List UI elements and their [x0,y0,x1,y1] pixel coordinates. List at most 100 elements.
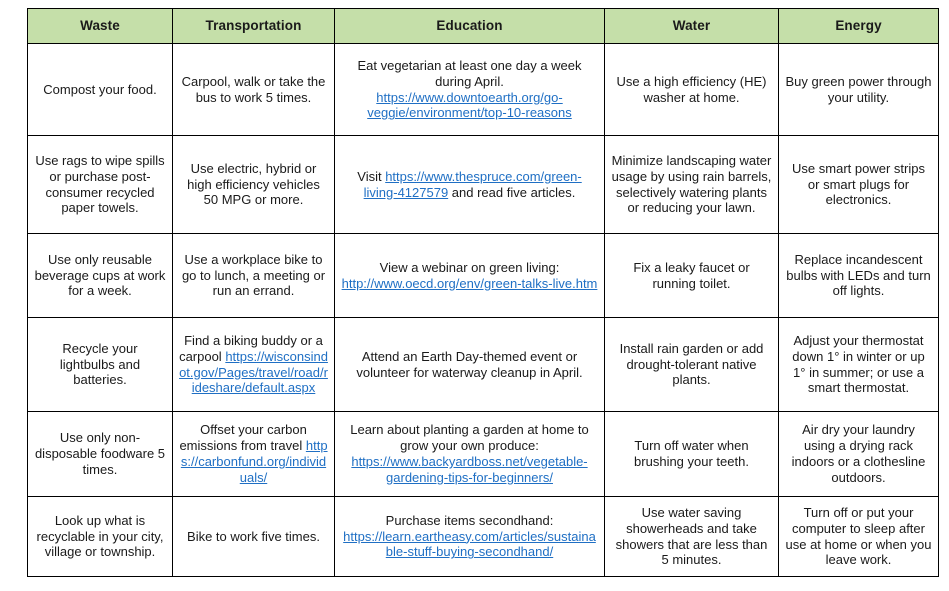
cell-waste: Use rags to wipe spills or purchase post… [27,135,173,234]
cell-transportation: Carpool, walk or take the bus to work 5 … [172,43,335,136]
cell-water: Turn off water when brushing your teeth. [604,411,779,497]
cell-label: Use only non-disposable foodware 5 times… [34,430,166,477]
cell-content: Turn off or put your computer to sleep a… [785,505,932,569]
cell-label: Learn about planting a garden at home to… [350,422,589,454]
column-header-energy: Energy [778,8,939,44]
cell-content: View a webinar on green living: http://w… [341,260,598,292]
cell-transportation: Find a biking buddy or a carpool https:/… [172,317,335,412]
cell-water: Use a high efficiency (HE) washer at hom… [604,43,779,136]
cell-content: Learn about planting a garden at home to… [341,422,598,486]
cell-content: Use a workplace bike to go to lunch, a m… [179,252,328,300]
cell-water: Install rain garden or add drought-toler… [604,317,779,412]
cell-label: Look up what is recyclable in your city,… [36,512,164,560]
cell-content: Use a high efficiency (HE) washer at hom… [611,74,772,106]
cell-label: Adjust your thermostat down 1° in winter… [792,332,925,396]
cell-content: Purchase items secondhand: https://learn… [341,513,598,561]
cell-energy: Adjust your thermostat down 1° in winter… [778,317,939,412]
earth-day-challenge-table: Waste Transportation Education Water Ene… [27,8,939,577]
cell-label: Replace incandescent bulbs with LEDs and… [786,251,931,299]
header-row: Waste Transportation Education Water Ene… [27,8,939,44]
cell-content: Minimize landscaping water usage by usin… [611,153,772,217]
cell-content: Recycle your lightbulbs and batteries. [34,341,166,389]
cell-transportation: Use electric, hybrid or high efficiency … [172,135,335,234]
cell-label: Use a high efficiency (HE) washer at hom… [616,73,767,105]
document-page: Waste Transportation Education Water Ene… [0,0,949,591]
cell-water: Fix a leaky faucet or running toilet. [604,233,779,318]
table-row: Use only reusable beverage cups at work … [27,233,939,318]
cell-label: Purchase items secondhand: [385,512,554,528]
cell-content: Use rags to wipe spills or purchase post… [34,153,166,217]
cell-education: Eat vegetarian at least one day a week d… [334,43,605,136]
cell-content: Find a biking buddy or a carpool https:/… [179,333,328,397]
cell-label: Attend an Earth Day-themed event or volu… [356,348,583,380]
cell-label: Use only reusable beverage cups at work … [34,251,166,299]
cell-content: Use electric, hybrid or high efficiency … [179,161,328,209]
cell-label: Eat vegetarian at least one day a week d… [357,57,582,89]
cell-content: Look up what is recyclable in your city,… [34,513,166,561]
cell-label: Use a workplace bike to go to lunch, a m… [181,251,326,299]
cell-link[interactable]: https://learn.eartheasy.com/articles/sus… [343,529,596,560]
cell-link[interactable]: https://www.downtoearth.org/go-veggie/en… [367,90,572,121]
cell-content: Install rain garden or add drought-toler… [611,341,772,389]
cell-transportation: Offset your carbon emissions from travel… [172,411,335,497]
cell-content: Use smart power strips or smart plugs fo… [785,161,932,209]
table-row: Use only non-disposable foodware 5 times… [27,411,939,497]
cell-label: View a webinar on green living: [379,259,560,275]
cell-energy: Use smart power strips or smart plugs fo… [778,135,939,234]
cell-energy: Replace incandescent bulbs with LEDs and… [778,233,939,318]
cell-label: Fix a leaky faucet or running toilet. [633,259,750,291]
cell-content: Replace incandescent bulbs with LEDs and… [785,252,932,300]
cell-content: Compost your food. [34,82,166,98]
column-header-waste: Waste [27,8,173,44]
cell-content: Buy green power through your utility. [785,74,932,106]
cell-link[interactable]: http://www.oecd.org/env/green-talks-live… [342,276,598,291]
cell-waste: Look up what is recyclable in your city,… [27,496,173,577]
table-row: Recycle your lightbulbs and batteries. Fi… [27,317,939,412]
cell-transportation: Use a workplace bike to go to lunch, a m… [172,233,335,318]
cell-energy: Buy green power through your utility. [778,43,939,136]
table-row: Look up what is recyclable in your city,… [27,496,939,577]
cell-label: Recycle your lightbulbs and batteries. [59,340,141,388]
cell-content: Air dry your laundry using a drying rack… [785,422,932,486]
cell-education: Purchase items secondhand: https://learn… [334,496,605,577]
cell-energy: Air dry your laundry using a drying rack… [778,411,939,497]
cell-label: Visit [357,168,386,184]
cell-label: Minimize landscaping water usage by usin… [611,152,772,216]
cell-content: Attend an Earth Day-themed event or volu… [341,349,598,381]
cell-waste: Compost your food. [27,43,173,136]
cell-content: Use only non-disposable foodware 5 times… [34,430,166,478]
cell-education: View a webinar on green living: http://w… [334,233,605,318]
column-header-water: Water [604,8,779,44]
column-header-education: Education [334,8,605,44]
cell-content: Adjust your thermostat down 1° in winter… [785,333,932,397]
cell-label: Compost your food. [43,81,157,97]
cell-content: Offset your carbon emissions from travel… [179,422,328,486]
cell-water: Use water saving showerheads and take sh… [604,496,779,577]
cell-label: Turn off or put your computer to sleep a… [785,504,932,568]
table-row: Compost your food. Carpool, walk or take … [27,43,939,136]
cell-education: Visit https://www.thespruce.com/green-li… [334,135,605,234]
cell-content: Turn off water when brushing your teeth. [611,438,772,470]
cell-label: Install rain garden or add drought-toler… [619,340,764,388]
cell-label: Carpool, walk or take the bus to work 5 … [181,73,326,105]
cell-education: Learn about planting a garden at home to… [334,411,605,497]
cell-label: and read five articles. [448,184,576,200]
table-body: Compost your food. Carpool, walk or take … [27,43,939,577]
cell-label: Buy green power through your utility. [785,73,932,105]
cell-label: Use rags to wipe spills or purchase post… [35,152,165,216]
cell-label: Bike to work five times. [187,528,320,544]
cell-label: Use water saving showerheads and take sh… [615,504,768,568]
cell-waste: Use only reusable beverage cups at work … [27,233,173,318]
cell-content: Fix a leaky faucet or running toilet. [611,260,772,292]
cell-content: Visit https://www.thespruce.com/green-li… [341,169,598,201]
cell-label: Turn off water when brushing your teeth. [634,438,749,469]
cell-content: Use water saving showerheads and take sh… [611,505,772,569]
cell-label: Offset your carbon emissions from travel [179,422,307,454]
cell-label: Air dry your laundry using a drying rack… [791,422,926,485]
cell-label: Use electric, hybrid or high efficiency … [187,160,320,208]
cell-education: Attend an Earth Day-themed event or volu… [334,317,605,412]
cell-waste: Use only non-disposable foodware 5 times… [27,411,173,497]
cell-content: Bike to work five times. [179,529,328,545]
cell-link[interactable]: https://www.backyardboss.net/vegetable-g… [351,454,587,485]
table-header: Waste Transportation Education Water Ene… [27,8,939,44]
